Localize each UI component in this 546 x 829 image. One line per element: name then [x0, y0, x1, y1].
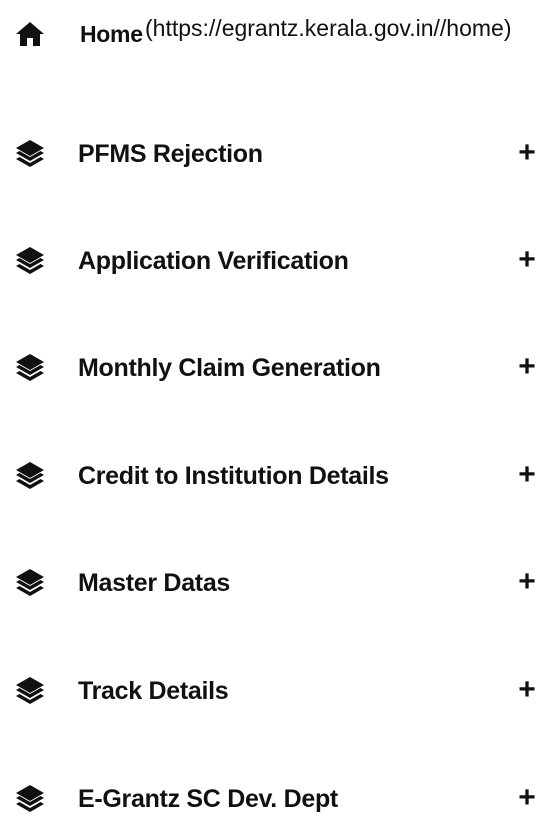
expand-plus-icon[interactable]: +: [512, 231, 542, 291]
home-link-url[interactable]: (https://egrantz.kerala.gov.in//home): [145, 12, 525, 44]
menu-item-track-details[interactable]: Track Details +: [0, 661, 546, 721]
menu-item-label: Monthly Claim Generation: [78, 354, 381, 382]
menu-item-label: Application Verification: [78, 247, 349, 275]
layers-icon: [12, 769, 48, 829]
menu-item-label: E-Grantz SC Dev. Dept: [78, 785, 338, 813]
menu-item-home[interactable]: Home (https://egrantz.kerala.gov.in//hom…: [0, 4, 546, 64]
layers-icon: [12, 124, 48, 184]
expand-plus-icon[interactable]: +: [512, 446, 542, 506]
menu-item-label: Track Details: [78, 677, 229, 705]
layers-icon: [12, 661, 48, 721]
menu-item-label: Credit to Institution Details: [78, 462, 389, 490]
menu-item-label: Home: [80, 21, 143, 47]
menu-item-label: Master Datas: [78, 569, 231, 597]
menu-item-label: PFMS Rejection: [78, 140, 263, 168]
menu-item-master-datas[interactable]: Master Datas +: [0, 553, 546, 613]
menu-item-e-grantz-sc-dev-dept[interactable]: E-Grantz SC Dev. Dept +: [0, 769, 546, 829]
expand-plus-icon[interactable]: +: [512, 124, 542, 184]
expand-plus-icon[interactable]: +: [512, 661, 542, 721]
layers-icon: [12, 553, 48, 613]
layers-icon: [12, 446, 48, 506]
menu-item-credit-to-institution-details[interactable]: Credit to Institution Details +: [0, 446, 546, 506]
sidebar-menu: Home (https://egrantz.kerala.gov.in//hom…: [0, 0, 546, 816]
layers-icon: [12, 338, 48, 398]
expand-plus-icon[interactable]: +: [512, 553, 542, 613]
layers-icon: [12, 231, 48, 291]
expand-plus-icon[interactable]: +: [512, 338, 542, 398]
menu-item-pfms-rejection[interactable]: PFMS Rejection +: [0, 124, 546, 184]
home-icon: [12, 4, 48, 64]
expand-plus-icon[interactable]: +: [512, 769, 542, 829]
menu-item-monthly-claim-generation[interactable]: Monthly Claim Generation +: [0, 338, 546, 398]
menu-item-application-verification[interactable]: Application Verification +: [0, 231, 546, 291]
